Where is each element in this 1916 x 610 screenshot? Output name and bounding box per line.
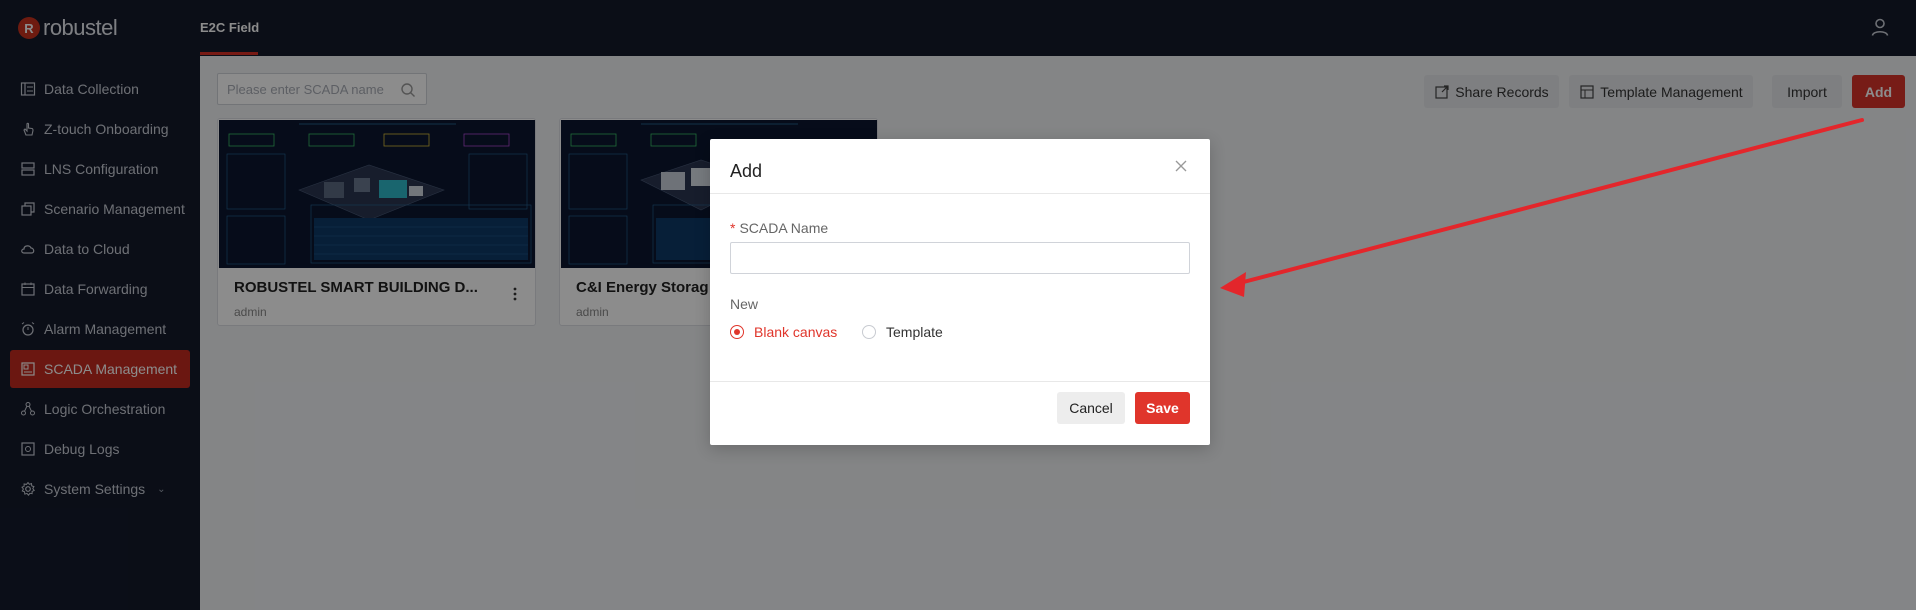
dialog-title: Add — [730, 161, 763, 181]
required-mark: * — [730, 220, 736, 236]
radio-label: Blank canvas — [754, 324, 838, 340]
scada-name-label-text: SCADA Name — [739, 220, 829, 236]
add-scada-dialog: Add * SCADA Name New Blank canvas Templat… — [710, 139, 1210, 445]
cancel-button[interactable]: Cancel — [1057, 392, 1125, 424]
scada-name-input[interactable] — [730, 242, 1190, 274]
close-icon[interactable] — [1172, 157, 1190, 175]
radio-blank-canvas[interactable]: Blank canvas — [730, 324, 837, 340]
radio-template[interactable]: Template — [862, 324, 943, 340]
radio-label: Template — [886, 324, 943, 340]
radio-dot — [862, 325, 876, 339]
radio-dot-checked — [730, 325, 744, 339]
scada-name-label: * SCADA Name — [730, 220, 828, 236]
dialog-header-divider — [710, 193, 1210, 194]
save-button[interactable]: Save — [1135, 392, 1190, 424]
new-label: New — [730, 296, 759, 312]
dialog-footer-divider — [710, 381, 1210, 382]
